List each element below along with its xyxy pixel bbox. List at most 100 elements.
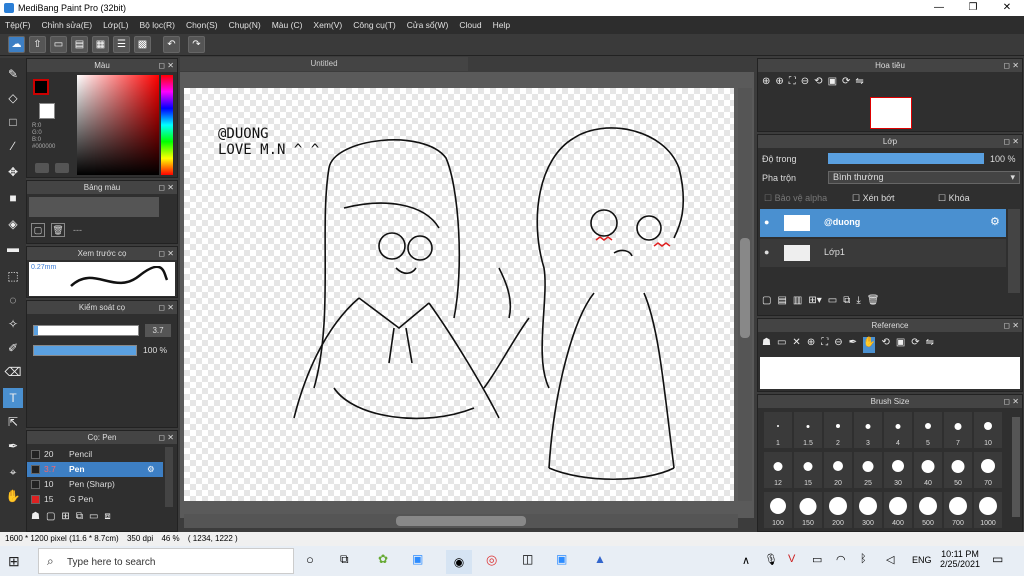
magic-wand-icon[interactable]: ✧ bbox=[3, 314, 23, 334]
cloud-icon[interactable]: ☁ bbox=[8, 36, 25, 53]
select-rect-icon[interactable]: ⬚ bbox=[3, 266, 23, 286]
menu-window[interactable]: Cửa sổ(W) bbox=[407, 20, 449, 30]
brush-size-option[interactable]: 4 bbox=[884, 412, 912, 448]
canvas-horizontal-scrollbar[interactable] bbox=[184, 514, 738, 528]
list-icon[interactable]: ☰ bbox=[113, 36, 130, 53]
taskbar-search[interactable]: ⌕ Type here to search bbox=[38, 548, 294, 574]
zoom-out-icon[interactable]: ⊖ bbox=[801, 76, 809, 92]
zoom-in-icon[interactable]: ⊕ bbox=[762, 76, 770, 92]
panel-expand-icon[interactable]: ◻ ✕ bbox=[158, 59, 174, 72]
blend-mode-select[interactable]: Bình thường ▾ bbox=[828, 171, 1020, 184]
brush-item-pen[interactable]: 3.7 Pen ⚙ bbox=[27, 462, 163, 477]
panel-expand-icon[interactable]: ◻ ✕ bbox=[1003, 319, 1019, 332]
cloud-brush-icon[interactable]: ☗ bbox=[31, 511, 40, 527]
menu-snap[interactable]: Chụp(N) bbox=[229, 20, 261, 30]
notification-icon[interactable]: ▭ bbox=[992, 552, 1003, 566]
eyedropper-icon[interactable]: ✒ bbox=[849, 337, 857, 353]
microphone-icon[interactable]: 🎙 bbox=[764, 553, 778, 566]
rectangle-tool-icon[interactable]: □ bbox=[3, 112, 23, 132]
brush-size-option[interactable]: 300 bbox=[854, 492, 882, 528]
gear-icon[interactable]: ⚙ bbox=[990, 215, 1000, 228]
brush-size-option[interactable]: 1000 bbox=[974, 492, 1002, 528]
brush-size-option[interactable]: 150 bbox=[794, 492, 822, 528]
merge-layer-icon[interactable]: ⤓ bbox=[856, 295, 860, 311]
minimize-button[interactable]: — bbox=[922, 0, 956, 16]
brush-size-option[interactable]: 30 bbox=[884, 452, 912, 488]
brush-size-option[interactable]: 2 bbox=[824, 412, 852, 448]
flip-icon[interactable]: ⇋ bbox=[855, 76, 863, 92]
maximize-button[interactable]: ❐ bbox=[956, 0, 990, 16]
brush-size-value[interactable]: 3.7 bbox=[145, 324, 171, 337]
fit-icon[interactable]: ⛶ bbox=[789, 76, 796, 92]
folder-icon[interactable]: ▭ bbox=[89, 511, 98, 527]
clipping-checkbox[interactable]: ☐ Xén bớt bbox=[852, 193, 895, 204]
chrome-icon[interactable]: ◎ bbox=[486, 552, 497, 568]
bucket-tool-icon[interactable]: ◈ bbox=[3, 214, 23, 234]
fit-window-icon[interactable]: ▣ bbox=[828, 76, 837, 92]
color-option-icon[interactable] bbox=[35, 163, 49, 173]
select-eraser-icon[interactable]: ⌫ bbox=[3, 362, 23, 382]
brush-size-option[interactable]: 7 bbox=[944, 412, 972, 448]
color-picker-square[interactable] bbox=[77, 75, 159, 175]
zoom-in-icon[interactable]: ⊕ bbox=[807, 337, 815, 353]
menu-tools[interactable]: Công cụ(T) bbox=[353, 20, 396, 30]
menu-layer[interactable]: Lớp(L) bbox=[103, 20, 128, 30]
eye-icon[interactable]: ● bbox=[764, 247, 769, 257]
hand-icon[interactable]: ✋ bbox=[862, 337, 876, 353]
copy-brush-icon[interactable]: ⧉ bbox=[76, 511, 83, 527]
panel-expand-icon[interactable]: ◻ ✕ bbox=[1003, 59, 1019, 72]
open-folder-icon[interactable]: ▭ bbox=[777, 337, 786, 353]
panel-expand-icon[interactable]: ◻ ✕ bbox=[158, 301, 174, 314]
upload-icon[interactable]: ⇧ bbox=[29, 36, 46, 53]
duplicate-icon[interactable]: ⧈ bbox=[104, 511, 110, 527]
brush-item-pen-sharp[interactable]: 10 Pen (Sharp) bbox=[27, 477, 163, 492]
comment-icon[interactable]: ▭ bbox=[50, 36, 67, 53]
select-pen-icon[interactable]: ✐ bbox=[3, 338, 23, 358]
hand-tool-icon[interactable]: ✋ bbox=[3, 486, 23, 506]
menu-help[interactable]: Help bbox=[493, 20, 510, 30]
layer-row-lop1[interactable]: ● Lớp1 bbox=[760, 239, 1006, 267]
flip-icon[interactable]: ⇋ bbox=[926, 337, 934, 353]
windows-start-icon[interactable]: ⊞ bbox=[8, 553, 20, 570]
brush-size-option[interactable]: 12 bbox=[764, 452, 792, 488]
eraser-tool-icon[interactable]: ◇ bbox=[3, 88, 23, 108]
page-icon[interactable]: ▦ bbox=[92, 36, 109, 53]
menu-cloud[interactable]: Cloud bbox=[459, 20, 481, 30]
camera-icon[interactable]: ◫ bbox=[522, 552, 533, 566]
close-icon[interactable]: ✕ bbox=[792, 337, 800, 353]
rotate-right-icon[interactable]: ⟳ bbox=[842, 76, 850, 92]
brush-size-option[interactable]: 50 bbox=[944, 452, 972, 488]
panel-expand-icon[interactable]: ◻ ✕ bbox=[158, 247, 174, 260]
protect-alpha-checkbox[interactable]: ☐ Bảo vệ alpha bbox=[764, 193, 827, 204]
redo-icon[interactable]: ↷ bbox=[188, 36, 205, 53]
brush-size-option[interactable]: 15 bbox=[794, 452, 822, 488]
drawing-canvas[interactable]: @DUONG LOVE M.N ^ ^ bbox=[184, 88, 734, 501]
grid-icon[interactable]: ▩ bbox=[134, 36, 151, 53]
zoom-out-icon[interactable]: ⊖ bbox=[834, 337, 842, 353]
document-tab[interactable]: Untitled bbox=[180, 57, 468, 71]
new-palette-icon[interactable]: ▢ bbox=[31, 223, 45, 237]
panel-expand-icon[interactable]: ◻ ✕ bbox=[158, 181, 174, 194]
photos-icon[interactable]: ▲ bbox=[594, 552, 606, 566]
panel-expand-icon[interactable]: ◻ ✕ bbox=[1003, 135, 1019, 148]
new-brush-icon[interactable]: ▢ bbox=[46, 511, 55, 527]
menu-color[interactable]: Màu (C) bbox=[272, 20, 303, 30]
hue-slider[interactable] bbox=[161, 75, 173, 175]
operation-tool-icon[interactable]: ⇱ bbox=[3, 412, 23, 432]
layer-opacity-slider[interactable] bbox=[828, 153, 984, 164]
canvas-vertical-scrollbar[interactable] bbox=[738, 88, 752, 501]
close-button[interactable]: ✕ bbox=[990, 0, 1024, 16]
reference-canvas[interactable] bbox=[760, 357, 1020, 389]
brush-size-option[interactable]: 10 bbox=[974, 412, 1002, 448]
fill-rect-tool-icon[interactable]: ■ bbox=[3, 188, 23, 208]
chevron-up-icon[interactable]: ∧ bbox=[742, 554, 750, 567]
delete-palette-icon[interactable]: 🗑 bbox=[51, 223, 65, 237]
brush-size-option[interactable]: 500 bbox=[914, 492, 942, 528]
wifi-icon[interactable]: ◠ bbox=[836, 553, 846, 566]
eye-icon[interactable]: ● bbox=[764, 217, 769, 227]
gradient-tool-icon[interactable]: ▬ bbox=[3, 238, 23, 258]
zoom-meeting-icon[interactable]: ▣ bbox=[556, 552, 567, 566]
brush-list-scrollbar[interactable] bbox=[165, 447, 173, 507]
clock[interactable]: 10:11 PM 2/25/2021 bbox=[940, 549, 980, 569]
menu-filter[interactable]: Bộ lọc(R) bbox=[140, 20, 175, 30]
